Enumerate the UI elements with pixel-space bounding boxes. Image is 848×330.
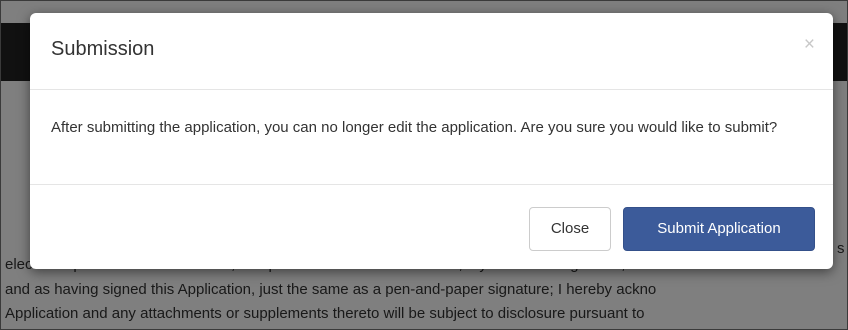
close-button[interactable]: Close [529, 207, 611, 251]
close-icon[interactable]: × [804, 35, 815, 55]
submit-application-button[interactable]: Submit Application [623, 207, 815, 251]
submission-modal: Submission × After submitting the applic… [30, 13, 833, 269]
modal-header: Submission × [30, 13, 833, 90]
modal-message: After submitting the application, you ca… [51, 119, 778, 136]
modal-body: After submitting the application, you ca… [30, 90, 833, 185]
modal-title: Submission [51, 38, 155, 60]
modal-footer: Close Submit Application [30, 185, 833, 269]
screenshot-frame: s electronic process that constitutes, a… [0, 0, 848, 330]
